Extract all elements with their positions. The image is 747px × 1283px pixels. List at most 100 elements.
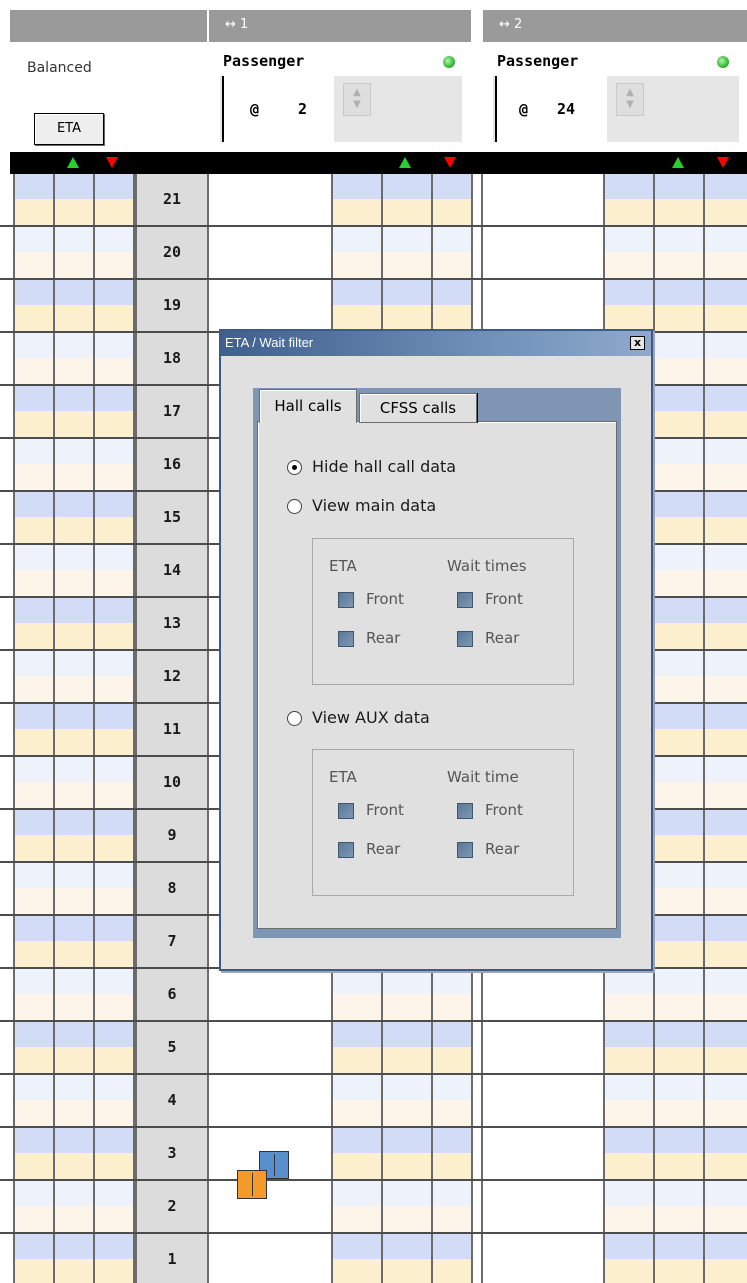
aux-eta-rear-checkbox[interactable]	[338, 842, 354, 858]
call-lamp-cell[interactable]	[705, 994, 747, 1020]
call-lamp-cell[interactable]	[655, 757, 703, 782]
call-lamp-cell[interactable]	[655, 835, 703, 861]
call-lamp-cell[interactable]	[95, 305, 133, 331]
call-lamp-cell[interactable]	[95, 411, 133, 437]
call-lamp-cell[interactable]	[15, 386, 53, 411]
call-lamp-cell[interactable]	[383, 174, 431, 199]
call-lamp-cell[interactable]	[655, 888, 703, 914]
call-lamp-cell[interactable]	[605, 199, 653, 225]
call-lamp-cell[interactable]	[705, 252, 747, 278]
call-lamp-cell[interactable]	[433, 174, 471, 199]
call-lamp-cell[interactable]	[95, 386, 133, 411]
call-lamp-cell[interactable]	[95, 1181, 133, 1206]
tab-cfss-calls[interactable]: CFSS calls	[359, 393, 477, 423]
call-lamp-cell[interactable]	[705, 386, 747, 411]
tab-hall-calls[interactable]: Hall calls	[259, 389, 357, 423]
call-lamp-cell[interactable]	[705, 227, 747, 252]
call-lamp-cell[interactable]	[55, 994, 93, 1020]
group-header-2[interactable]: ↔ 2	[483, 10, 747, 42]
call-lamp-cell[interactable]	[705, 1234, 747, 1259]
call-lamp-cell[interactable]	[655, 1206, 703, 1232]
shaft-cell[interactable]	[483, 1075, 603, 1126]
shaft-cell[interactable]	[483, 1022, 603, 1073]
call-lamp-cell[interactable]	[433, 280, 471, 305]
car-2-spinner[interactable]: ▲ ▼	[616, 83, 644, 116]
call-lamp-cell[interactable]	[95, 227, 133, 252]
call-lamp-cell[interactable]	[705, 598, 747, 623]
call-lamp-cell[interactable]	[383, 969, 431, 994]
call-lamp-cell[interactable]	[655, 1128, 703, 1153]
spinner-up-icon[interactable]: ▲	[344, 87, 370, 99]
call-lamp-cell[interactable]	[333, 1047, 381, 1073]
call-lamp-cell[interactable]	[95, 676, 133, 702]
call-lamp-cell[interactable]	[383, 1100, 431, 1126]
shaft-cell[interactable]	[483, 969, 603, 1020]
call-lamp-cell[interactable]	[433, 1181, 471, 1206]
call-lamp-cell[interactable]	[15, 174, 53, 199]
call-lamp-cell[interactable]	[655, 704, 703, 729]
call-lamp-cell[interactable]	[95, 333, 133, 358]
call-lamp-cell[interactable]	[15, 358, 53, 384]
shaft-cell[interactable]	[483, 280, 603, 331]
call-lamp-cell[interactable]	[655, 333, 703, 358]
call-lamp-cell[interactable]	[705, 492, 747, 517]
call-lamp-cell[interactable]	[15, 1047, 53, 1073]
call-lamp-cell[interactable]	[333, 969, 381, 994]
call-lamp-cell[interactable]	[433, 994, 471, 1020]
shaft-cell[interactable]	[483, 1234, 603, 1283]
eta-button[interactable]: ETA	[34, 113, 104, 145]
call-lamp-cell[interactable]	[55, 333, 93, 358]
call-lamp-cell[interactable]	[55, 969, 93, 994]
call-lamp-cell[interactable]	[55, 623, 93, 649]
call-lamp-cell[interactable]	[15, 623, 53, 649]
call-lamp-cell[interactable]	[433, 969, 471, 994]
shaft-cell[interactable]	[209, 969, 331, 1020]
call-lamp-cell[interactable]	[383, 280, 431, 305]
call-lamp-cell[interactable]	[95, 1128, 133, 1153]
call-lamp-cell[interactable]	[383, 994, 431, 1020]
call-lamp-cell[interactable]	[95, 651, 133, 676]
call-lamp-cell[interactable]	[15, 411, 53, 437]
call-lamp-cell[interactable]	[15, 757, 53, 782]
call-lamp-cell[interactable]	[333, 1153, 381, 1179]
call-lamp-cell[interactable]	[705, 729, 747, 755]
call-lamp-cell[interactable]	[15, 464, 53, 490]
call-lamp-cell[interactable]	[15, 729, 53, 755]
call-lamp-cell[interactable]	[333, 1234, 381, 1259]
call-lamp-cell[interactable]	[705, 439, 747, 464]
call-lamp-cell[interactable]	[655, 1259, 703, 1283]
call-lamp-cell[interactable]	[383, 1075, 431, 1100]
call-lamp-cell[interactable]	[95, 1022, 133, 1047]
call-lamp-cell[interactable]	[705, 411, 747, 437]
call-lamp-cell[interactable]	[605, 227, 653, 252]
call-lamp-cell[interactable]	[15, 333, 53, 358]
call-lamp-cell[interactable]	[705, 835, 747, 861]
call-lamp-cell[interactable]	[95, 280, 133, 305]
call-lamp-cell[interactable]	[15, 969, 53, 994]
call-lamp-cell[interactable]	[15, 1075, 53, 1100]
call-lamp-cell[interactable]	[333, 252, 381, 278]
call-lamp-cell[interactable]	[433, 227, 471, 252]
call-lamp-cell[interactable]	[15, 492, 53, 517]
shaft-cell[interactable]	[483, 227, 603, 278]
call-lamp-cell[interactable]	[383, 305, 431, 331]
call-lamp-cell[interactable]	[605, 994, 653, 1020]
call-lamp-cell[interactable]	[95, 810, 133, 835]
call-lamp-cell[interactable]	[655, 280, 703, 305]
call-lamp-cell[interactable]	[605, 1153, 653, 1179]
call-lamp-cell[interactable]	[333, 1259, 381, 1283]
call-lamp-cell[interactable]	[15, 704, 53, 729]
call-lamp-cell[interactable]	[333, 1206, 381, 1232]
call-lamp-cell[interactable]	[15, 517, 53, 543]
main-wait-front-checkbox[interactable]	[457, 592, 473, 608]
call-lamp-cell[interactable]	[655, 1234, 703, 1259]
call-lamp-cell[interactable]	[55, 305, 93, 331]
call-lamp-cell[interactable]	[55, 545, 93, 570]
main-eta-front-checkbox[interactable]	[338, 592, 354, 608]
call-lamp-cell[interactable]	[95, 941, 133, 967]
call-lamp-cell[interactable]	[655, 863, 703, 888]
call-lamp-cell[interactable]	[705, 333, 747, 358]
call-lamp-cell[interactable]	[95, 994, 133, 1020]
call-lamp-cell[interactable]	[55, 1153, 93, 1179]
call-lamp-cell[interactable]	[655, 252, 703, 278]
